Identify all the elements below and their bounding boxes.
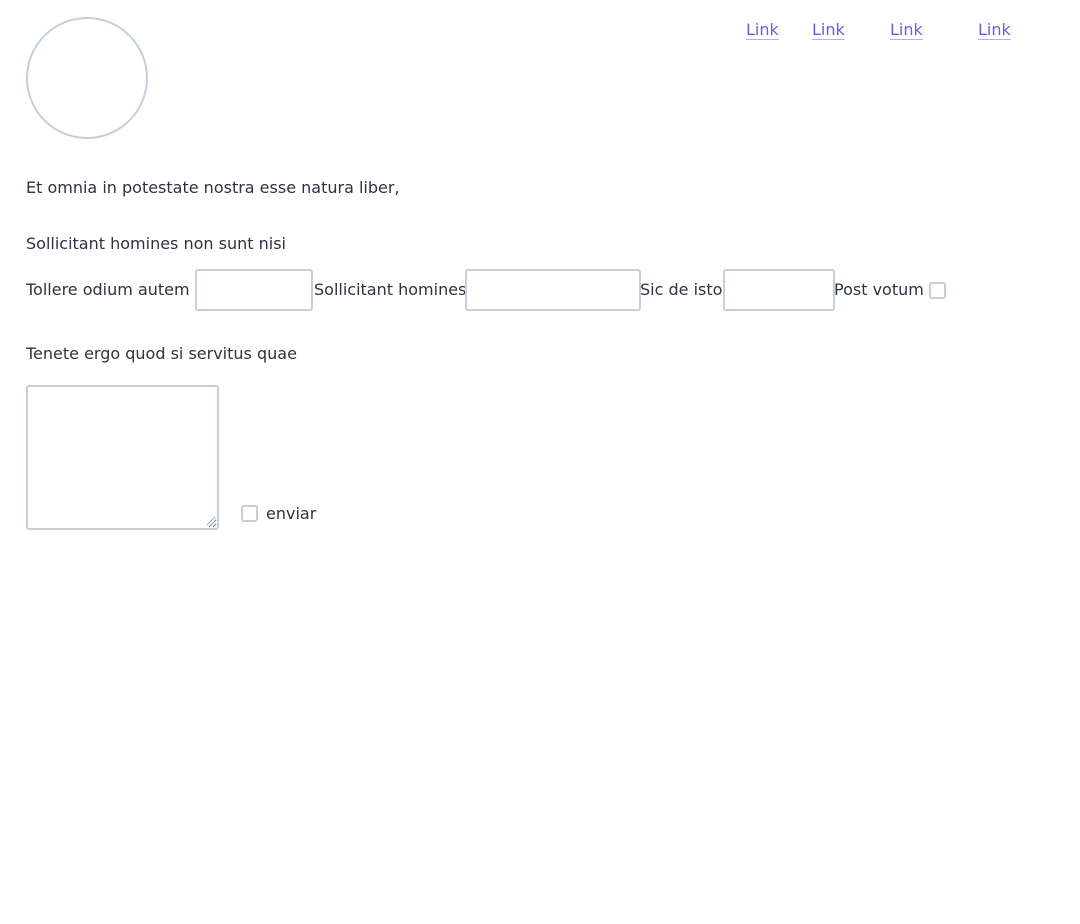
resize-grip-icon[interactable] [205, 515, 216, 526]
field-1-input[interactable] [195, 269, 313, 311]
send-label: enviar [266, 504, 317, 523]
field-2-input[interactable] [465, 269, 641, 311]
nav-link-1[interactable]: Link [746, 20, 779, 39]
post-votum-checkbox[interactable] [929, 282, 946, 299]
nav-link-2[interactable]: Link [812, 20, 845, 39]
intro-text: Et omnia in potestate nostra esse natura… [26, 178, 400, 197]
message-textarea[interactable] [26, 385, 219, 530]
top-nav: Link Link Link Link [0, 20, 1080, 44]
field-3-label: Sic de isto [640, 280, 723, 299]
field-3-input[interactable] [723, 269, 835, 311]
nav-link-4[interactable]: Link [978, 20, 1011, 39]
section-heading: Tenete ergo quod si servitus quae [26, 344, 297, 363]
form-row: Tollere odium autem Sollicitant homines … [26, 269, 1066, 311]
field-1-label: Tollere odium autem [26, 280, 190, 299]
field-2-label: Sollicitant homines [314, 280, 467, 299]
send-checkbox[interactable] [241, 505, 258, 522]
form-intro-text: Sollicitant homines non sunt nisi [26, 234, 286, 253]
nav-link-3[interactable]: Link [890, 20, 923, 39]
post-votum-label: Post votum [834, 280, 924, 299]
